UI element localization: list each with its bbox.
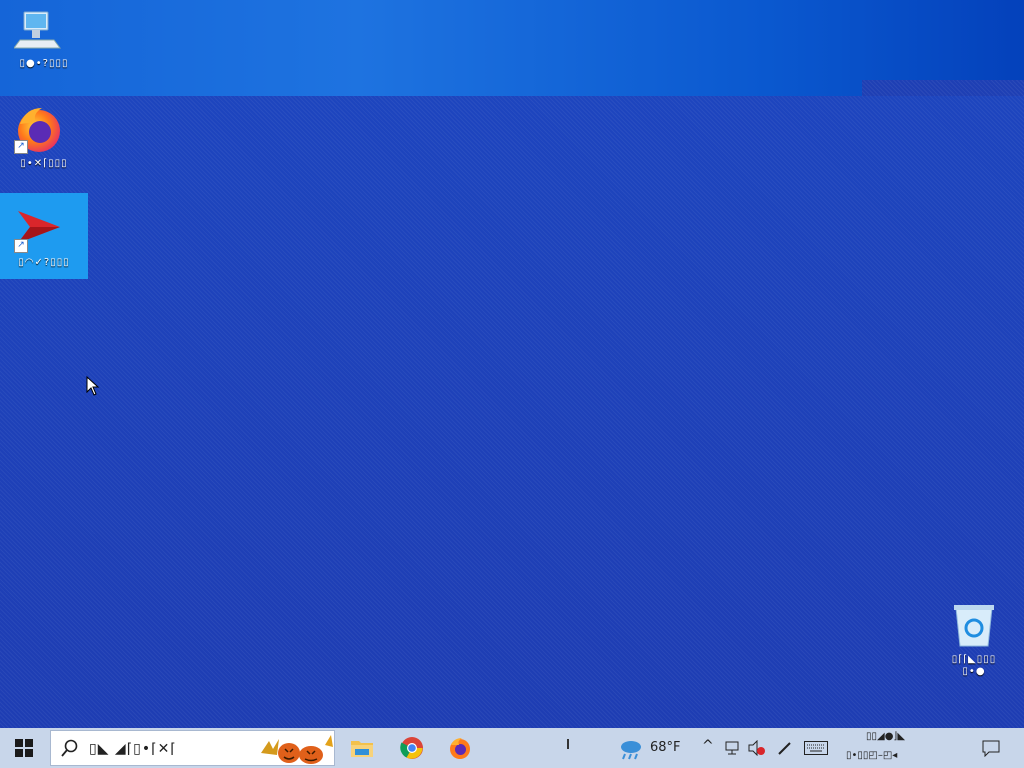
desktop-icon-label: ▯◠✓?▯▯▯ [18,257,70,268]
keyboard-icon[interactable] [804,741,828,755]
firefox-icon [450,738,470,759]
weather-temperature[interactable]: 68°F [650,740,681,755]
desktop-icon-recycle-bin[interactable]: ▯⌈⌈◣▯▯▯ ▯•● [930,596,1018,680]
taskbar-caret [567,739,569,749]
desktop-icon-this-pc[interactable]: ▯●•?▯▯▯ [0,2,88,88]
desktop-icon-firefox[interactable]: ↗ ▯•✕⌈▯▯▯ [0,100,88,186]
shortcut-arrow-icon: ↗ [14,239,28,253]
chevron-up-icon[interactable]: ^ [702,738,714,754]
start-button[interactable] [0,728,48,768]
recycle-bin-label-line1: ▯⌈⌈◣▯▯▯ [951,654,997,665]
folder-icon [351,741,373,757]
taskbar: ▯◣ ◢⌈▯•⌈✕⌈ 68°F ^ ▯▯◢●⌋◣ ▯•▯▯◰–◰◂ [0,728,1024,768]
volume-muted-icon[interactable] [748,740,766,756]
pen-icon[interactable] [777,740,793,756]
mouse-cursor-icon [86,376,100,396]
taskbar-search-box[interactable]: ▯◣ ◢⌈▯•⌈✕⌈ [50,730,335,766]
search-icon [61,739,78,757]
computer-icon [14,11,61,49]
recycle-bin-label-line2: ▯•● [962,666,986,677]
windows-logo-icon [15,739,33,757]
clock-date[interactable]: ▯•▯▯◰–◰◂ [846,750,897,761]
weather-rain-icon [621,741,641,760]
network-icon[interactable] [725,740,741,756]
desktop-icon-label: ▯•✕⌈▯▯▯ [20,158,68,169]
search-box-text: ▯◣ ◢⌈▯•⌈✕⌈ [89,741,177,757]
shortcut-arrow-icon: ↗ [14,140,28,154]
taskbar-chrome[interactable] [388,728,436,768]
taskbar-file-explorer[interactable] [338,728,386,768]
clock-time[interactable]: ▯▯◢●⌋◣ [866,731,905,742]
chrome-icon [400,737,423,759]
notification-icon[interactable] [982,739,1000,757]
pumpkin-icon [261,735,333,764]
taskbar-firefox[interactable] [436,728,484,768]
desktop: ▯●•?▯▯▯ ↗ ▯•✕⌈▯▯▯ ↗ ▯◠✓?▯▯▯ ▯⌈⌈◣▯▯▯ ▯•● [0,0,1024,728]
desktop-icon-app[interactable]: ↗ ▯◠✓?▯▯▯ [0,193,88,279]
desktop-icon-label: ▯●•?▯▯▯ [19,58,69,69]
recycle-bin-icon [954,605,994,647]
